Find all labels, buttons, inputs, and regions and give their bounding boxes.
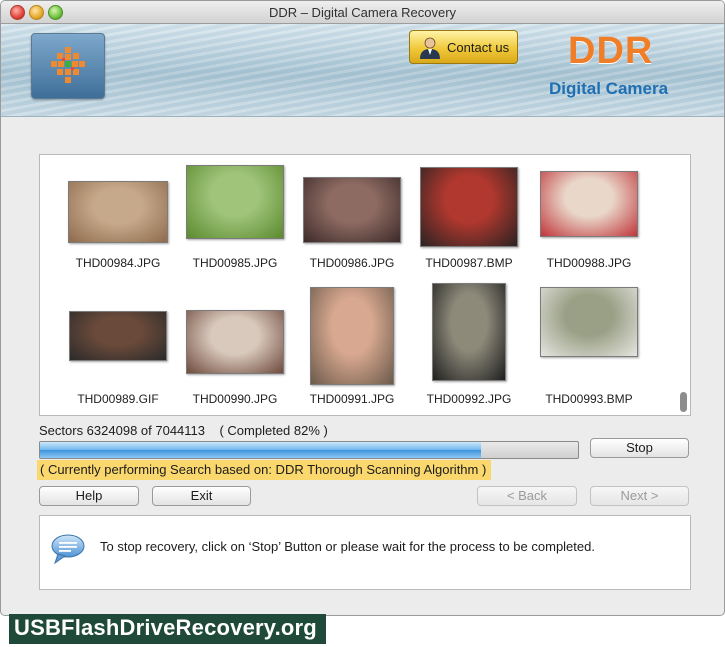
title-bar: DDR – Digital Camera Recovery bbox=[1, 1, 724, 24]
message-box: To stop recovery, click on ‘Stop’ Button… bbox=[39, 515, 691, 590]
sectors-progress-text: Sectors 6324098 of 7044113 ( Completed 8… bbox=[39, 423, 328, 438]
sectors-label: Sectors 6324098 of 7044113 bbox=[39, 423, 206, 438]
contact-us-button[interactable]: Contact us bbox=[409, 30, 518, 64]
progress-bar-fill bbox=[40, 442, 482, 458]
file-thumbnail[interactable]: THD00993.BMP bbox=[530, 155, 648, 406]
scan-status-text: ( Currently performing Search based on: … bbox=[37, 460, 492, 480]
person-icon bbox=[420, 37, 440, 59]
app-logo bbox=[31, 33, 105, 99]
stop-button[interactable]: Stop bbox=[590, 438, 689, 458]
next-button[interactable]: Next > bbox=[590, 486, 689, 506]
back-button[interactable]: < Back bbox=[477, 486, 577, 506]
exit-button[interactable]: Exit bbox=[152, 486, 251, 506]
file-thumbnail[interactable]: THD00990.JPG bbox=[176, 155, 294, 406]
thumbnail-image[interactable] bbox=[69, 311, 167, 361]
file-thumbnail[interactable]: THD00992.JPG bbox=[410, 155, 528, 406]
file-thumbnail[interactable]: THD00989.GIF bbox=[59, 155, 177, 406]
thumbnail-image[interactable] bbox=[432, 283, 506, 381]
help-button[interactable]: Help bbox=[39, 486, 139, 506]
vertical-scrollbar[interactable] bbox=[679, 156, 689, 412]
thumbnail-filename: THD00991.JPG bbox=[309, 392, 395, 406]
app-window: DDR – Digital Camera Recovery Contact us… bbox=[0, 0, 725, 616]
product-subtitle: Digital Camera bbox=[549, 79, 669, 98]
thumbnail-image[interactable] bbox=[540, 287, 638, 357]
completed-label: ( Completed 82% ) bbox=[219, 423, 328, 438]
thumbnail-image[interactable] bbox=[186, 310, 284, 374]
window-title: DDR – Digital Camera Recovery bbox=[268, 5, 457, 20]
message-text: To stop recovery, click on ‘Stop’ Button… bbox=[100, 539, 595, 554]
thumbnail-filename: THD00989.GIF bbox=[77, 392, 159, 406]
recovered-files-panel: THD00984.JPG THD00985.JPG THD00986.JPG THD0… bbox=[39, 154, 691, 416]
thumbnail-filename: THD00992.JPG bbox=[426, 392, 512, 406]
file-thumbnail[interactable]: THD00991.JPG bbox=[293, 155, 411, 406]
header-banner: Contact us DDR Digital Camera bbox=[1, 24, 724, 117]
scrollbar-thumb[interactable] bbox=[680, 392, 687, 412]
app-logo-icon bbox=[51, 47, 85, 83]
brand-title: DDR bbox=[568, 30, 654, 72]
thumbnail-filename: THD00990.JPG bbox=[192, 392, 278, 406]
speech-bubble-icon bbox=[51, 534, 85, 565]
thumbnail-filename: THD00993.BMP bbox=[545, 392, 633, 406]
progress-bar bbox=[39, 441, 579, 459]
thumbnail-image[interactable] bbox=[310, 287, 394, 385]
watermark: USBFlashDriveRecovery.org bbox=[9, 614, 326, 644]
contact-us-label: Contact us bbox=[447, 40, 510, 55]
